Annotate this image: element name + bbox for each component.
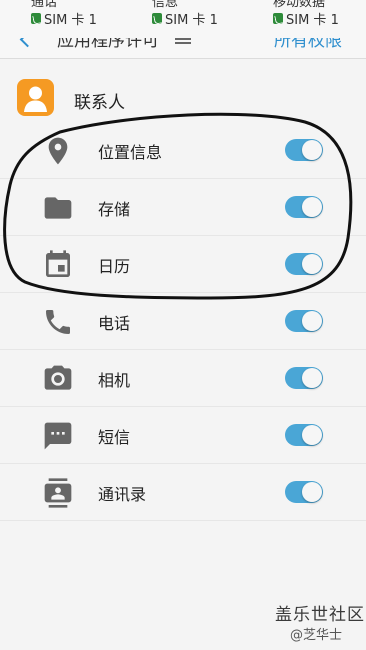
permission-row-phone[interactable]: 电话 — [0, 293, 366, 350]
sim-label: SIM 卡 1 — [286, 13, 339, 28]
toggle-knob — [302, 368, 322, 388]
toggle-knob — [302, 140, 322, 160]
permission-toggle[interactable] — [285, 139, 323, 161]
watermark-author: @芝华士 — [290, 628, 343, 643]
sms-icon — [42, 420, 74, 452]
sim-phone-icon — [31, 13, 41, 24]
toggle-knob — [302, 197, 322, 217]
permission-label: 电话 — [98, 314, 131, 333]
permission-toggle[interactable] — [285, 253, 323, 275]
all-permissions-link[interactable]: 所有权限 — [274, 38, 342, 51]
permission-label: 通讯录 — [98, 485, 147, 504]
permission-toggle[interactable] — [285, 367, 323, 389]
toggle-knob — [302, 311, 322, 331]
drag-handle-icon[interactable] — [175, 38, 191, 44]
permission-row-contacts[interactable]: 通讯录 — [0, 464, 366, 521]
sim-phone-icon — [152, 13, 162, 24]
back-arrow-icon[interactable] — [19, 38, 36, 48]
permission-label: 位置信息 — [98, 143, 163, 162]
sim-label: SIM 卡 1 — [165, 13, 218, 28]
permission-list: 位置信息 存储 日历 电话 相机 短信 通讯录 — [0, 122, 366, 521]
permission-label: 短信 — [98, 428, 131, 447]
toggle-knob — [302, 425, 322, 445]
watermark-text: 盖乐世社区 — [275, 605, 365, 625]
app-name: 联系人 — [74, 93, 125, 113]
permission-row-calendar[interactable]: 日历 — [0, 236, 366, 293]
contacts-app-icon — [17, 79, 54, 116]
permission-label: 日历 — [98, 257, 131, 276]
permission-row-sms[interactable]: 短信 — [0, 407, 366, 464]
permission-toggle[interactable] — [285, 481, 323, 503]
sim-phone-icon — [273, 13, 283, 24]
camera-icon — [42, 363, 74, 395]
calendar-icon — [42, 249, 74, 281]
app-header: 联系人 — [0, 70, 366, 126]
sim-selector-strip: 通话 SIM 卡 1 信息 SIM 卡 1 移动数据 SIM 卡 1 — [0, 0, 366, 38]
location-icon — [42, 135, 74, 167]
sim-label: SIM 卡 1 — [44, 13, 97, 28]
permission-toggle[interactable] — [285, 424, 323, 446]
permission-toggle[interactable] — [285, 196, 323, 218]
permission-toggle[interactable] — [285, 310, 323, 332]
permission-label: 存储 — [98, 200, 131, 219]
folder-icon — [42, 192, 74, 224]
toggle-knob — [302, 254, 322, 274]
permission-row-storage[interactable]: 存储 — [0, 179, 366, 236]
contacts-icon — [42, 477, 74, 509]
permission-row-location[interactable]: 位置信息 — [0, 122, 366, 179]
phone-icon — [42, 306, 74, 338]
permission-row-camera[interactable]: 相机 — [0, 350, 366, 407]
page-title: 应用程序许可 — [57, 38, 159, 51]
permission-label: 相机 — [98, 371, 131, 390]
toggle-knob — [302, 482, 322, 502]
